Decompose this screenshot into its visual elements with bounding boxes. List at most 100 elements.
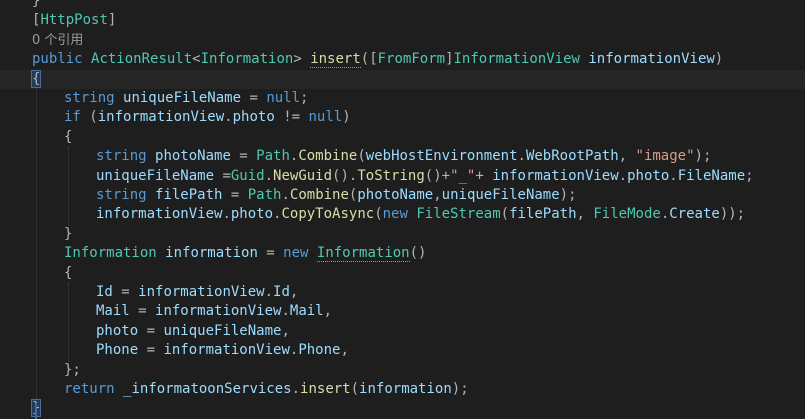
code-token: ] (445, 51, 454, 68)
code-line[interactable]: public ActionResult<Information> insert(… (0, 50, 805, 69)
code-token: = (214, 167, 231, 184)
code-token: photo (232, 109, 275, 126)
code-token: != (274, 109, 309, 126)
code-token: string (96, 148, 156, 165)
code-token: 0 个引用 (32, 32, 84, 48)
code-line[interactable]: string uniqueFileName = null; (0, 89, 805, 108)
indent-guide (68, 283, 69, 361)
code-text: { (64, 128, 72, 147)
code-token: ) (342, 109, 351, 126)
code-token: > (293, 51, 311, 68)
code-token: ; (745, 167, 754, 184)
code-line[interactable]: 0 个引用 (0, 31, 805, 50)
code-line[interactable]: }; (0, 361, 805, 380)
code-token: Create (669, 206, 720, 223)
code-text: Information information = new Informatio… (64, 244, 426, 263)
code-token: informationView (138, 284, 265, 300)
code-token: = (241, 90, 267, 106)
code-token: insert (310, 51, 361, 69)
code-line[interactable]: } (0, 399, 805, 418)
code-line[interactable]: } (0, 225, 805, 244)
code-token: FileMode (593, 206, 661, 223)
code-token: if (64, 109, 90, 126)
code-token: . (517, 148, 526, 165)
code-token: CopyToAsync (281, 206, 375, 223)
code-text: string filePath = Path.Combine(photoName… (96, 186, 577, 205)
code-line[interactable]: [HttpPost] (0, 11, 805, 30)
code-token: filePath (509, 206, 577, 223)
code-token: photo (96, 322, 139, 339)
code-line[interactable]: Phone = informationView.Phone, (0, 341, 805, 360)
code-text: [HttpPost] (32, 11, 116, 30)
code-token: . (281, 303, 290, 320)
code-editor[interactable]: } [HttpPost] 0 个引用 public ActionResult<Info… (0, 0, 805, 419)
code-token: public (32, 51, 92, 68)
code-line[interactable]: return _informatoonServices.insert(infor… (0, 380, 805, 399)
code-token: = (138, 322, 164, 339)
code-text: string photoName = Path. Combine(webHostE… (96, 147, 711, 166)
code-token: informationView (163, 342, 290, 359)
code-token: insert (300, 381, 351, 397)
code-line[interactable]: uniqueFileName =Guid.NewGuid().ToString(… (0, 167, 805, 186)
code-text: Phone = informationView.Phone, (96, 341, 349, 360)
brace-match-bar (35, 403, 37, 419)
code-text: if (informationView.photo != null) (64, 108, 351, 127)
code-line[interactable]: { (0, 69, 805, 89)
code-line[interactable]: Id = informationView.Id, (0, 283, 805, 302)
code-token: informationView (97, 109, 225, 126)
code-text: return _informatoonServices.insert(infor… (64, 380, 469, 399)
code-token: photo (230, 206, 274, 223)
code-token: string (96, 187, 156, 203)
code-line[interactable]: if (informationView.photo != null) (0, 108, 805, 127)
code-text: Id = informationView.Id, (96, 283, 298, 302)
code-token: ( (89, 109, 98, 126)
code-token: informationView (579, 51, 715, 68)
code-token: Information (316, 245, 410, 263)
code-text: photo = uniqueFileName, (96, 322, 290, 341)
code-token: Path (247, 187, 282, 203)
code-token: . (291, 381, 301, 397)
code-token: uniqueFileName (441, 187, 560, 203)
reference-count-lens[interactable]: 0 个引用 (32, 31, 83, 50)
code-line[interactable]: informationView.photo.CopyToAsync(new Fi… (0, 205, 805, 224)
code-token: , (281, 322, 290, 339)
code-line[interactable]: { (0, 264, 805, 283)
code-token: = (230, 148, 257, 165)
code-token: photo (627, 167, 670, 184)
code-token: Mail (289, 303, 324, 320)
code-token: new (382, 206, 417, 223)
code-token: } (32, 0, 41, 9)
code-token: + (475, 167, 493, 184)
code-token: FileStream (416, 206, 501, 223)
indent-guide (68, 147, 69, 225)
code-token: Path (256, 148, 290, 165)
code-text: }; (64, 361, 81, 380)
code-line[interactable]: Mail = informationView.Mail, (0, 302, 805, 321)
code-token: informationView (155, 303, 282, 320)
code-token: . (264, 167, 274, 184)
code-token: Guid (230, 167, 265, 184)
code-line[interactable]: { (0, 128, 805, 147)
code-text: } (64, 225, 72, 244)
code-token: Phone (96, 342, 139, 359)
code-token: ); (559, 187, 577, 203)
code-token: _informatoonServices (123, 381, 292, 397)
code-token: informationView (492, 167, 619, 184)
code-line[interactable]: string filePath = Path.Combine(photoName… (0, 186, 805, 205)
code-token: = (129, 303, 156, 320)
code-token: ( (350, 381, 360, 397)
code-token: Mail (96, 303, 130, 320)
code-token: filePath (155, 187, 223, 203)
code-token: "image" (635, 148, 695, 165)
code-token: information (165, 245, 258, 262)
code-token: Information (200, 51, 294, 68)
code-token: ()+ (424, 167, 451, 184)
code-token: InformationView (453, 51, 580, 68)
code-token: . (224, 109, 233, 126)
code-token: (). (332, 167, 358, 184)
code-token: ] (107, 12, 117, 29)
code-line[interactable]: string photoName = Path. Combine(webHostE… (0, 147, 805, 166)
code-line[interactable]: photo = uniqueFileName, (0, 322, 805, 341)
code-line[interactable]: } (0, 0, 805, 11)
code-line[interactable]: Information information = new Informatio… (0, 244, 805, 263)
